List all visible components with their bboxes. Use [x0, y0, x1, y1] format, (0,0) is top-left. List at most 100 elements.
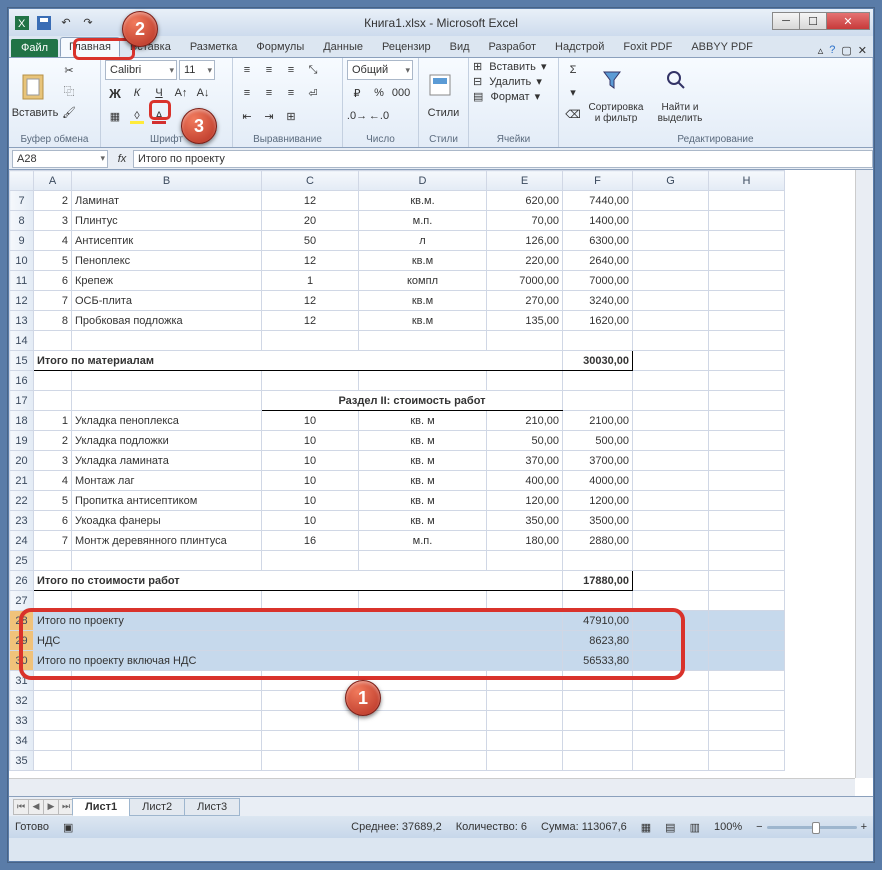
view-normal-icon[interactable]: ▦	[641, 821, 651, 834]
increase-indent-icon[interactable]: ⇥	[259, 106, 279, 126]
grow-font-icon[interactable]: A↑	[171, 83, 191, 103]
table-row[interactable]: 127ОСБ-плита12кв.м270,003240,00	[10, 291, 785, 311]
currency-icon[interactable]: ₽	[347, 83, 367, 103]
table-row[interactable]: 34	[10, 731, 785, 751]
row-header[interactable]: 28	[10, 611, 34, 631]
row-header[interactable]: 20	[10, 451, 34, 471]
table-row[interactable]: 105Пеноплекс12кв.м220,002640,00	[10, 251, 785, 271]
styles-button[interactable]: Стили	[423, 60, 464, 132]
italic-button[interactable]: К	[127, 83, 147, 103]
table-row[interactable]: 35	[10, 751, 785, 771]
table-row[interactable]: 138Пробковая подложка12кв.м135,001620,00	[10, 311, 785, 331]
tab-abbyy pdf[interactable]: ABBYY PDF	[682, 37, 762, 57]
close-button[interactable]: ✕	[826, 12, 870, 30]
row-header[interactable]: 27	[10, 591, 34, 611]
copy-icon[interactable]: ⿻	[59, 81, 79, 101]
shrink-font-icon[interactable]: A↓	[193, 83, 213, 103]
tab-вид[interactable]: Вид	[441, 37, 479, 57]
table-row[interactable]: 247Монтж деревянного плинтуса16м.п.180,0…	[10, 531, 785, 551]
row-header[interactable]: 34	[10, 731, 34, 751]
table-row[interactable]: 30Итого по проекту включая НДС56533,80	[10, 651, 785, 671]
row-header[interactable]: 19	[10, 431, 34, 451]
view-layout-icon[interactable]: ▤	[665, 821, 675, 834]
macro-record-icon[interactable]: ▣	[63, 821, 73, 834]
table-row[interactable]: 14	[10, 331, 785, 351]
fill-icon[interactable]: ▾	[563, 82, 583, 102]
window-close-icon[interactable]: ✕	[858, 44, 867, 57]
table-row[interactable]: 236Укоадка фанеры10кв. м350,003500,00	[10, 511, 785, 531]
comma-icon[interactable]: 000	[391, 83, 411, 103]
name-box[interactable]: A28	[12, 150, 108, 168]
fill-color-icon[interactable]: ◊	[127, 106, 147, 126]
row-header[interactable]: 30	[10, 651, 34, 671]
table-row[interactable]: 31	[10, 671, 785, 691]
decrease-indent-icon[interactable]: ⇤	[237, 106, 257, 126]
col-header-C[interactable]: C	[262, 171, 359, 191]
table-row[interactable]: 83Плинтус20м.п.70,001400,00	[10, 211, 785, 231]
tab-формулы[interactable]: Формулы	[247, 37, 313, 57]
tab-разметка[interactable]: Разметка	[181, 37, 247, 57]
align-left-icon[interactable]: ≡	[237, 83, 257, 103]
underline-button[interactable]: Ч	[149, 83, 169, 103]
col-header-D[interactable]: D	[359, 171, 487, 191]
row-header[interactable]: 35	[10, 751, 34, 771]
row-header[interactable]: 29	[10, 631, 34, 651]
cells-delete-button[interactable]: ⊟ Удалить ▾	[473, 75, 554, 88]
wrap-text-icon[interactable]: ⏎	[303, 83, 323, 103]
row-header[interactable]: 32	[10, 691, 34, 711]
formula-input[interactable]: Итого по проекту	[133, 150, 873, 168]
row-header[interactable]: 8	[10, 211, 34, 231]
border-icon[interactable]: ▦	[105, 106, 125, 126]
table-row[interactable]: 29НДС8623,80	[10, 631, 785, 651]
table-row[interactable]: 16	[10, 371, 785, 391]
table-row[interactable]: 26Итого по стоимости работ17880,00	[10, 571, 785, 591]
row-header[interactable]: 13	[10, 311, 34, 331]
increase-decimal-icon[interactable]: .0→	[347, 106, 367, 126]
number-format-combo[interactable]: Общий	[347, 60, 413, 80]
row-header[interactable]: 11	[10, 271, 34, 291]
table-row[interactable]: 25	[10, 551, 785, 571]
col-header-B[interactable]: B	[72, 171, 262, 191]
col-header-G[interactable]: G	[633, 171, 709, 191]
col-header-F[interactable]: F	[563, 171, 633, 191]
table-row[interactable]: 214Монтаж лаг10кв. м400,004000,00	[10, 471, 785, 491]
select-all[interactable]	[10, 171, 34, 191]
help-icon[interactable]: ?	[829, 44, 835, 57]
row-header[interactable]: 21	[10, 471, 34, 491]
minimize-button[interactable]: ─	[772, 12, 800, 30]
autosum-icon[interactable]: Σ	[563, 60, 583, 80]
table-row[interactable]: 28Итого по проекту47910,00	[10, 611, 785, 631]
format-painter-icon[interactable]: 🖌	[59, 102, 79, 122]
table-row[interactable]: 15Итого по материалам30030,00	[10, 351, 785, 371]
sheet-tab-Лист3[interactable]: Лист3	[184, 798, 240, 816]
table-row[interactable]: 192Укладка подложки10кв. м50,00500,00	[10, 431, 785, 451]
table-row[interactable]: 72Ламинат12кв.м.620,007440,00	[10, 191, 785, 211]
font-size-combo[interactable]: 11	[179, 60, 215, 80]
table-row[interactable]: 116Крепеж1компл7000,007000,00	[10, 271, 785, 291]
row-header[interactable]: 7	[10, 191, 34, 211]
font-name-combo[interactable]: Calibri	[105, 60, 177, 80]
paste-button[interactable]: Вставить	[13, 60, 57, 132]
save-icon[interactable]	[35, 14, 53, 32]
row-header[interactable]: 18	[10, 411, 34, 431]
grid[interactable]: ABCDEFGH 72Ламинат12кв.м.620,007440,0083…	[9, 170, 785, 771]
cut-icon[interactable]: ✂	[59, 60, 79, 80]
cells-format-button[interactable]: ▤ Формат ▾	[473, 90, 554, 103]
col-header-E[interactable]: E	[487, 171, 563, 191]
clear-icon[interactable]: ⌫	[563, 104, 583, 124]
undo-icon[interactable]: ↶	[57, 14, 75, 32]
table-row[interactable]: 225Пропитка антисептиком10кв. м120,00120…	[10, 491, 785, 511]
tab-данные[interactable]: Данные	[314, 37, 372, 57]
merge-icon[interactable]: ⊞	[281, 106, 301, 126]
row-header[interactable]: 9	[10, 231, 34, 251]
tab-главная[interactable]: Главная	[60, 37, 120, 57]
col-header-A[interactable]: A	[34, 171, 72, 191]
sheet-tab-Лист2[interactable]: Лист2	[129, 798, 185, 816]
view-pagebreak-icon[interactable]: ▥	[690, 821, 700, 834]
row-header[interactable]: 22	[10, 491, 34, 511]
row-header[interactable]: 33	[10, 711, 34, 731]
tab-рецензир[interactable]: Рецензир	[373, 37, 440, 57]
row-header[interactable]: 24	[10, 531, 34, 551]
tab-foxit pdf[interactable]: Foxit PDF	[614, 37, 681, 57]
tab-разработ[interactable]: Разработ	[480, 37, 545, 57]
